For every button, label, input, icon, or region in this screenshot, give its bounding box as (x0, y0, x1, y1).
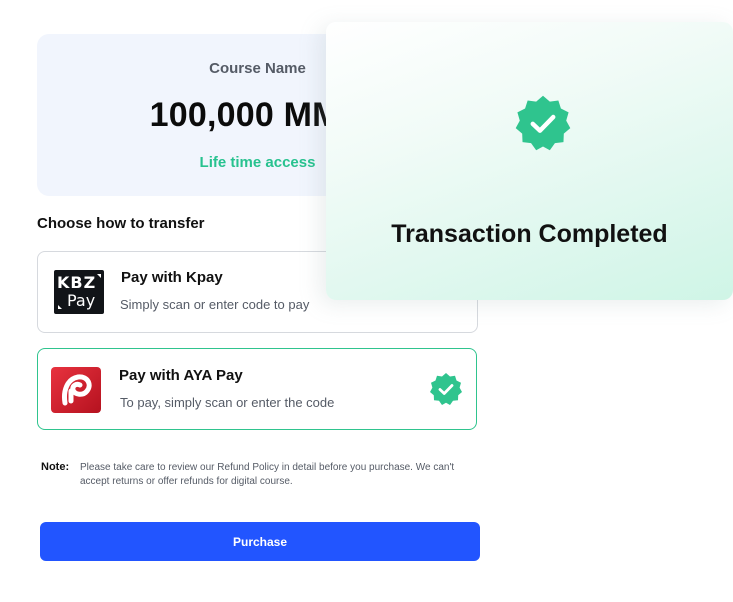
aya-pay-logo (51, 367, 101, 413)
transfer-section-title: Choose how to transfer (37, 215, 205, 232)
modal-title: Transaction Completed (391, 220, 668, 248)
payment-option-description: To pay, simply scan or enter the code (120, 395, 335, 410)
check-badge-icon (514, 94, 572, 157)
note-label: Note: (41, 461, 70, 473)
transaction-completed-modal: Transaction Completed (326, 22, 733, 300)
payment-option-title: Pay with AYA Pay (119, 367, 243, 384)
kpay-logo-text-bottom: Pay (67, 291, 96, 310)
payment-option-aya[interactable]: Pay with AYA Pay To pay, simply scan or … (37, 348, 477, 430)
purchase-button[interactable]: Purchase (40, 522, 480, 561)
kpay-logo-corner (97, 274, 101, 278)
kpay-logo: KBZ Pay (54, 270, 104, 314)
kpay-logo-corner (58, 305, 62, 309)
payment-option-description: Simply scan or enter code to pay (120, 297, 310, 312)
kpay-logo-text-top: KBZ (57, 273, 97, 292)
selected-check-icon (429, 372, 463, 411)
refund-note: Please take care to review our Refund Po… (80, 462, 455, 487)
payment-option-title: Pay with Kpay (121, 269, 223, 286)
